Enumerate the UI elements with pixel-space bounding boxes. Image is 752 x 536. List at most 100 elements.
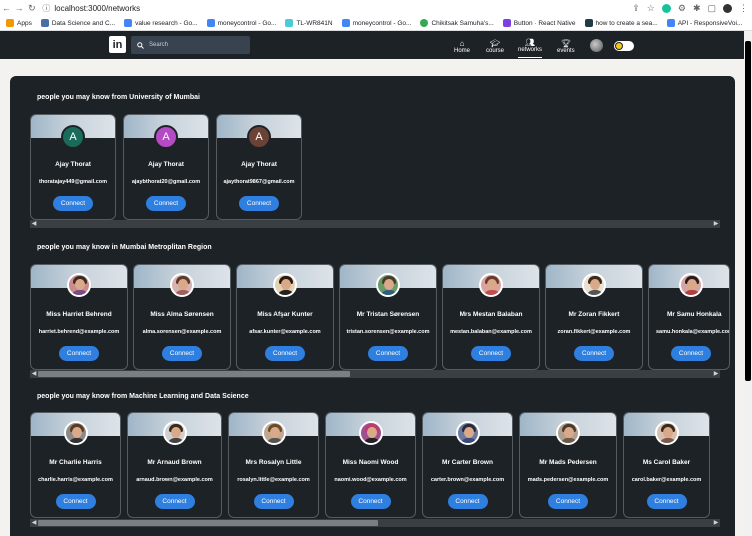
connect-button[interactable]: Connect (253, 494, 294, 509)
connect-button[interactable]: Connect (574, 346, 614, 361)
back-icon[interactable]: ← (0, 3, 13, 13)
bookmark-item[interactable]: Apps (6, 19, 32, 27)
scroll-right-icon[interactable]: ▶ (712, 519, 720, 527)
bookmark-item[interactable]: Chikitsak Samuha's... (420, 19, 494, 27)
body (174, 290, 192, 295)
reload-icon[interactable]: ↻ (26, 3, 39, 14)
connect-button[interactable]: Connect (471, 346, 511, 361)
scroll-left-icon[interactable]: ◀ (30, 519, 38, 527)
bookmark-item[interactable]: API - ResponsiveVoi... (666, 19, 742, 27)
trophy-icon: 🏆︎ (560, 38, 571, 48)
scroll-left-icon[interactable]: ◀ (30, 220, 38, 228)
search-input[interactable]: Search (149, 42, 168, 48)
scroll-right-icon[interactable]: ▶ (712, 220, 720, 228)
nav-course[interactable]: 🎓︎ course (486, 34, 504, 58)
face (178, 279, 188, 290)
profile-photo (556, 421, 580, 445)
person-name: Mrs Rosalyn Little (245, 459, 302, 466)
forward-icon[interactable]: → (13, 3, 26, 13)
extension-icon[interactable]: ⚙ (678, 3, 686, 14)
person-name: Ms Carol Baker (642, 459, 691, 466)
bookmark-item[interactable]: Data Science and C... (40, 19, 115, 27)
user-avatar[interactable] (590, 39, 603, 52)
bookmark-item[interactable]: value research - Go... (124, 19, 198, 27)
connect-button[interactable]: Connect (350, 494, 391, 509)
person-email: arnaud.brown@example.com (136, 477, 213, 483)
face (487, 279, 497, 290)
face (384, 279, 394, 290)
card-row-university: A Ajay Thorat thoratajay449@gmail.com Co… (30, 114, 302, 220)
bookmark-item[interactable]: Button · React Native (502, 19, 576, 27)
connect-button[interactable]: Connect (59, 346, 99, 361)
person-name: Mr Samu Honkala (667, 311, 722, 318)
card-row-region: Miss Harriet Behrend harriet.behrend@exa… (30, 264, 730, 370)
connect-button[interactable]: Connect (55, 494, 96, 509)
body (459, 438, 478, 443)
connect-button[interactable]: Connect (671, 346, 711, 361)
nav-events[interactable]: 🏆︎ events (557, 34, 575, 58)
profile-icon[interactable] (723, 3, 732, 13)
body (560, 438, 578, 443)
person-card: Mrs Mestan Balaban mestan.balaban@exampl… (442, 264, 540, 370)
main-content: people you may know from University of M… (0, 59, 744, 536)
google-icon (341, 19, 350, 27)
scroll-left-icon[interactable]: ◀ (30, 370, 38, 378)
person-name: Mr Arnaud Brown (147, 459, 202, 466)
body (362, 438, 381, 443)
person-name: Miss Alma Sørensen (150, 311, 214, 318)
scroll-right-icon[interactable]: ▶ (712, 370, 720, 378)
person-email: alma.sorensen@example.com (142, 329, 222, 335)
person-email: naomi.wood@example.com (334, 477, 407, 483)
connect-button[interactable]: Connect (162, 346, 202, 361)
scroll-thumb[interactable] (38, 520, 378, 526)
profile-photo (67, 273, 91, 297)
google-icon (666, 19, 675, 27)
connect-button[interactable]: Connect (265, 346, 305, 361)
page-scrollbar[interactable] (744, 31, 752, 536)
connect-button[interactable]: Connect (154, 494, 195, 509)
profile-photo (162, 421, 187, 445)
linkedin-logo[interactable]: in (109, 36, 126, 53)
bookmark-star-icon[interactable]: ☆ (647, 3, 655, 14)
profile-photo (63, 421, 88, 445)
bookmark-item[interactable]: how to create a sea... (584, 19, 658, 27)
horizontal-scrollbar[interactable]: ◀ ▶ (30, 370, 720, 378)
share-icon[interactable]: ⇪ (632, 3, 640, 14)
person-name: Miss Naomi Wood (342, 459, 399, 466)
profile-photo (479, 273, 503, 297)
horizontal-scrollbar[interactable]: ◀ ▶ (30, 220, 720, 228)
profile-photo (679, 273, 703, 297)
connect-button[interactable]: Connect (53, 196, 93, 211)
face (687, 279, 697, 290)
horizontal-scrollbar[interactable]: ◀ ▶ (30, 519, 720, 527)
address-bar[interactable]: ⓘ localhost:3000/networks (42, 2, 632, 14)
menu-icon[interactable]: ⋮ (739, 3, 748, 14)
person-email: carter.brown@example.com (430, 477, 505, 483)
google-icon (124, 19, 133, 27)
person-email: samu.honkala@example.com (656, 329, 729, 335)
card-row-ml: Mr Charlie Harris charlie.harris@example… (30, 412, 710, 518)
puzzle-icon[interactable]: ✱ (693, 3, 701, 14)
window-icon[interactable]: ▢ (707, 3, 716, 14)
bookmark-item[interactable]: moneycontrol - Go... (206, 19, 276, 27)
scroll-thumb[interactable] (38, 371, 350, 377)
bookmarks-bar: Apps Data Science and C... value researc… (0, 16, 752, 31)
profile-photo (582, 273, 606, 297)
person-card: Ms Carol Baker carol.baker@example.com C… (623, 412, 710, 518)
scroll-thumb[interactable] (745, 41, 751, 381)
connect-button[interactable]: Connect (646, 494, 687, 509)
nav-networks[interactable]: 👥︎ networks (518, 34, 543, 58)
bookmark-item[interactable]: moneycontrol - Go... (341, 19, 411, 27)
search-bar[interactable]: Search (131, 36, 250, 54)
person-card: Mr Charlie Harris charlie.harris@example… (30, 412, 121, 518)
person-email: tristan.sorensen@example.com (346, 329, 430, 335)
info-icon[interactable]: ⓘ (42, 3, 50, 14)
connect-button[interactable]: Connect (146, 196, 186, 211)
bookmark-item[interactable]: TL-WR841N (285, 19, 333, 27)
connect-button[interactable]: Connect (239, 196, 279, 211)
connect-button[interactable]: Connect (447, 494, 488, 509)
nav-home[interactable]: ⌂ Home (454, 34, 470, 58)
grammarly-icon[interactable] (661, 3, 671, 13)
connect-button[interactable]: Connect (368, 346, 408, 361)
connect-button[interactable]: Connect (548, 494, 588, 509)
